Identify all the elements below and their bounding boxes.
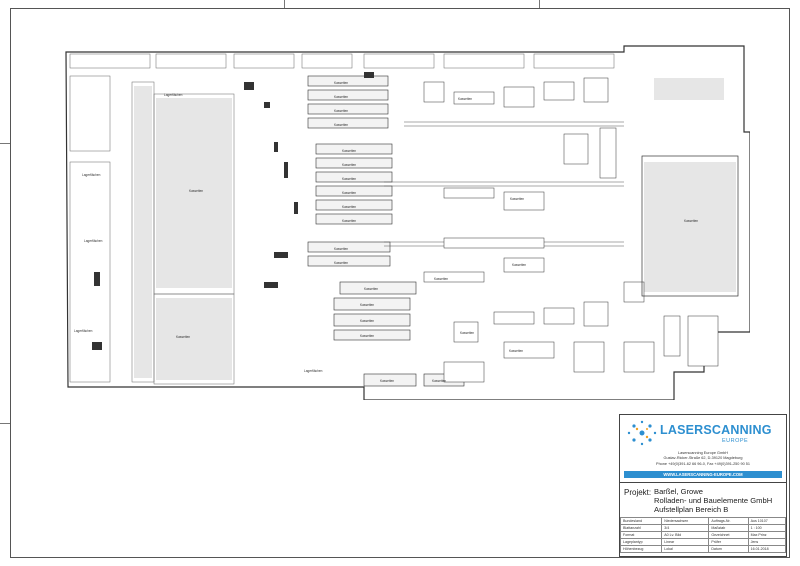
- company-website[interactable]: WWW.LASERSCANNING-EUROPE.COM: [624, 471, 782, 478]
- metadata-row: Bundesland Niedersachsen Auftrags-Nr. Aus 1…: [619, 517, 787, 525]
- metadata-cell: Höhenbezug: [619, 545, 663, 553]
- top-offices: [69, 53, 615, 69]
- plan-label: Kassetten: [360, 303, 374, 307]
- metadata-row: Lageplantyp Linear Prüfer Jens: [619, 538, 787, 546]
- center-racks: [307, 75, 465, 387]
- plan-label: Kassetten: [458, 97, 472, 101]
- logo-subtitle: EUROPE: [722, 438, 749, 444]
- metadata-cell: Format: [619, 531, 663, 539]
- metadata-cell: Lageplantyp: [619, 538, 663, 546]
- plan-label: Kassetten: [360, 319, 374, 323]
- metadata-row: Format A0 Lv. Bild Gezeichnet Max Prinz: [619, 531, 787, 539]
- metadata-cell: Blattanzahl: [619, 524, 663, 532]
- plan-label: Kassetten: [512, 263, 526, 267]
- plan-label: Kassetten: [432, 379, 446, 383]
- metadata-cell: Datum: [708, 545, 749, 553]
- plan-label: Kassetten: [176, 335, 190, 339]
- metadata-cell: Niedersachsen: [661, 517, 710, 525]
- plan-label: Lagerflächen: [84, 239, 103, 243]
- plan-label: Lagerflächen: [82, 173, 101, 177]
- scan-texture: [134, 78, 736, 380]
- plan-label: Lagerflächen: [304, 369, 323, 373]
- plan-label: Kassetten: [334, 81, 348, 85]
- metadata-cell: Prüfer: [708, 538, 749, 546]
- fold-mark-bottom: [0, 423, 10, 424]
- metadata-cell: Max Prinz: [747, 531, 787, 539]
- company-logo: LASERSCANNING EUROPE: [620, 415, 786, 449]
- metadata-cell: Jens: [747, 538, 787, 546]
- metadata-table: Bundesland Niedersachsen Auftrags-Nr. Aus 1…: [619, 517, 787, 553]
- fold-mark-top: [0, 143, 10, 144]
- floor-plan-drawing: Lagerflächen Kassetten Kassetten Kassett…: [65, 45, 750, 400]
- plan-label: Kassetten: [364, 287, 378, 291]
- company-address: Laserscanning Europe GmbH Gustav-Ricker-…: [620, 451, 786, 467]
- plan-label: Kassetten: [334, 109, 348, 113]
- plan-label: Lagerflächen: [74, 329, 93, 333]
- metadata-cell: A0 Lv. Bild: [661, 531, 710, 539]
- metadata-cell: Aus 10107: [747, 517, 787, 525]
- fold-mark-v1: [284, 0, 285, 8]
- project-label: Projekt:: [624, 488, 652, 497]
- plan-label: Kassetten: [460, 331, 474, 335]
- plan-label: Kassetten: [342, 191, 356, 195]
- metadata-row: Höhenbezug Lokal Datum 16.01.2018: [619, 545, 787, 553]
- plan-label: Kassetten: [434, 277, 448, 281]
- plan-label: Kassetten: [509, 349, 523, 353]
- floor-plan[interactable]: Lagerflächen Kassetten Kassetten Kassett…: [64, 42, 750, 400]
- logo-star-icon: [627, 420, 657, 446]
- title-block: LASERSCANNING EUROPE Laserscanning Europ…: [619, 414, 787, 557]
- plan-label: Kassetten: [360, 334, 374, 338]
- fold-mark-v2: [539, 0, 540, 8]
- plan-label: Kassetten: [334, 95, 348, 99]
- plan-label: Kassetten: [342, 219, 356, 223]
- metadata-cell: Gezeichnet: [708, 531, 749, 539]
- metadata-row: Blattanzahl 3/4 Maßstab 1 : 100: [619, 524, 787, 532]
- metadata-cell: 1 : 100: [747, 524, 787, 532]
- metadata-cell: Maßstab: [708, 524, 749, 532]
- metadata-cell: Lokal: [661, 545, 710, 553]
- plan-label: Kassetten: [342, 177, 356, 181]
- plan-label: Kassetten: [334, 123, 348, 127]
- project-line: Rolladen- und Bauelemente GmbH: [654, 496, 773, 505]
- project-line: Barßel, Growe: [654, 487, 703, 496]
- plan-label: Kassetten: [334, 261, 348, 265]
- project-line: Aufstellplan Bereich B: [654, 505, 729, 514]
- metadata-cell: 16.01.2018: [747, 545, 787, 553]
- plan-label: Kassetten: [342, 149, 356, 153]
- metadata-cell: Auftrags-Nr.: [708, 517, 749, 525]
- plan-label: Kassetten: [380, 379, 394, 383]
- plan-label: Kassetten: [684, 219, 698, 223]
- metadata-cell: Bundesland: [619, 517, 663, 525]
- logo-wordmark: LASERSCANNING: [660, 423, 772, 437]
- plan-label: Kassetten: [342, 205, 356, 209]
- plan-label: Kassetten: [342, 163, 356, 167]
- plan-label: Kassetten: [334, 247, 348, 251]
- plan-label: Kassetten: [510, 197, 524, 201]
- plan-label: Lagerflächen: [164, 93, 183, 97]
- metadata-cell: Linear: [661, 538, 710, 546]
- plan-label: Kassetten: [189, 189, 203, 193]
- metadata-cell: 3/4: [661, 524, 710, 532]
- company-phone: Phone +49(0)391-62 66 96-0, Fax +49(0)39…: [656, 461, 750, 466]
